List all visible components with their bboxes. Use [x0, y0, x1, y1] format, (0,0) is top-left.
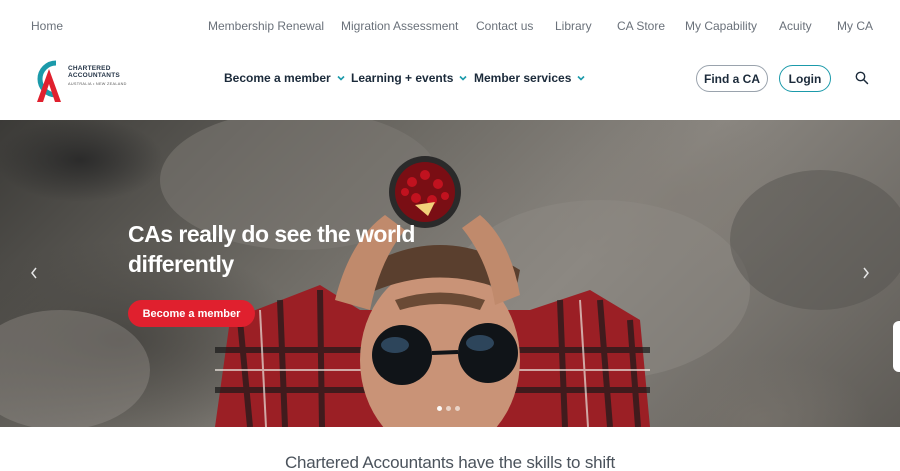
nav-become-a-member[interactable]: Become a member: [224, 71, 345, 85]
hero-heading: CAs really do see the world differently: [128, 221, 415, 277]
chevron-right-icon[interactable]: [860, 265, 872, 281]
logo-subtitle: AUSTRALIA • NEW ZEALAND: [68, 82, 127, 86]
nav-label: Become a member: [224, 71, 331, 85]
nav-label: Learning + events: [351, 71, 454, 85]
nav-label: Member services: [474, 71, 572, 85]
carousel-pagination: [437, 406, 460, 411]
logo-wordmark: CHARTERED ACCOUNTANTS: [68, 65, 120, 79]
utility-link-library[interactable]: Library: [555, 19, 592, 33]
side-feedback-tab[interactable]: [893, 321, 900, 372]
carousel-dot[interactable]: [437, 406, 442, 411]
login-button[interactable]: Login: [779, 65, 831, 92]
utility-link-home[interactable]: Home: [31, 19, 63, 33]
utility-link-contact-us[interactable]: Contact us: [476, 19, 533, 33]
carousel-dot[interactable]: [446, 406, 451, 411]
nav-learning-events[interactable]: Learning + events: [351, 71, 467, 85]
utility-link-my-capability[interactable]: My Capability: [685, 19, 757, 33]
search-icon[interactable]: [855, 71, 869, 85]
nav-member-services[interactable]: Member services: [474, 71, 585, 85]
chevron-down-icon: [577, 75, 585, 81]
ca-logo-mark: [37, 60, 61, 102]
utility-link-my-ca[interactable]: My CA: [837, 19, 873, 33]
utility-link-acuity[interactable]: Acuity: [779, 19, 812, 33]
utility-link-migration-assessment[interactable]: Migration Assessment: [341, 19, 458, 33]
carousel-dot[interactable]: [455, 406, 460, 411]
chevron-left-icon[interactable]: [28, 265, 40, 281]
utility-link-membership-renewal[interactable]: Membership Renewal: [208, 19, 324, 33]
utility-bar: Home Membership Renewal Migration Assess…: [0, 0, 900, 52]
chevron-down-icon: [459, 75, 467, 81]
find-a-ca-button[interactable]: Find a CA: [696, 65, 768, 92]
chevron-down-icon: [337, 75, 345, 81]
section-tagline: Chartered Accountants have the skills to…: [284, 453, 616, 471]
become-a-member-button[interactable]: Become a member: [128, 300, 255, 327]
ca-logo[interactable]: CHARTERED ACCOUNTANTS AUSTRALIA • NEW ZE…: [30, 55, 126, 103]
utility-link-ca-store[interactable]: CA Store: [617, 19, 665, 33]
